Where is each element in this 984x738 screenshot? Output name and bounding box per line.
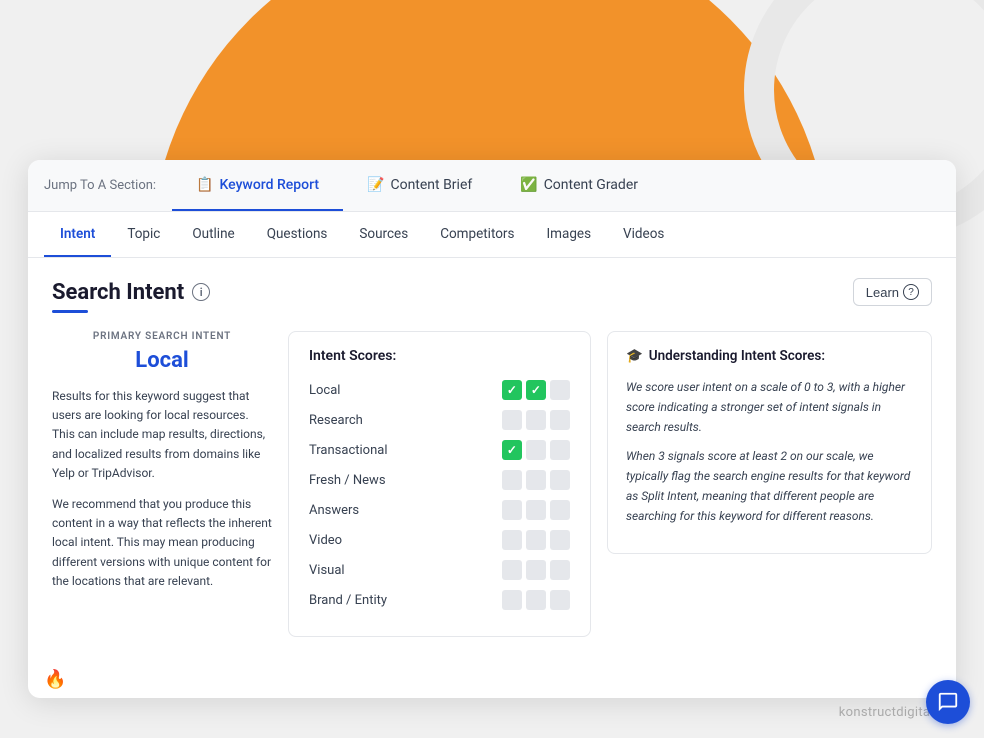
underline-accent (52, 310, 88, 313)
score-label: Local (309, 383, 419, 398)
score-row: Video (309, 530, 570, 550)
tab-images[interactable]: Images (530, 212, 607, 257)
dot-empty (550, 410, 570, 430)
score-dots (502, 530, 570, 550)
dot-empty (526, 500, 546, 520)
score-dots (502, 380, 570, 400)
tab-competitors[interactable]: Competitors (424, 212, 530, 257)
tab-topic[interactable]: Topic (111, 212, 176, 257)
main-card: Jump To A Section: 📋 Keyword Report 📝 Co… (28, 160, 956, 698)
intent-header: Search Intent i Learn ? (52, 278, 932, 306)
score-dots (502, 410, 570, 430)
graduation-icon: 🎓 (626, 348, 643, 364)
intent-description-2: We recommend that you produce this conte… (52, 495, 272, 591)
score-label: Transactional (309, 443, 419, 458)
columns-container: PRIMARY SEARCH INTENT Local Results for … (52, 331, 932, 637)
secondary-tabs: Intent Topic Outline Questions Sources C… (28, 212, 956, 258)
left-column: PRIMARY SEARCH INTENT Local Results for … (52, 331, 272, 603)
tab-outline[interactable]: Outline (176, 212, 250, 257)
dot-empty (526, 530, 546, 550)
understanding-title: 🎓 Understanding Intent Scores: (626, 348, 913, 364)
tab-sources[interactable]: Sources (343, 212, 424, 257)
score-row: Research (309, 410, 570, 430)
dot-empty (550, 530, 570, 550)
score-label: Answers (309, 503, 419, 518)
dot-empty (502, 470, 522, 490)
score-label: Visual (309, 563, 419, 578)
dot-empty (526, 440, 546, 460)
tab-content-brief[interactable]: 📝 Content Brief (343, 160, 496, 211)
primary-intent-label: PRIMARY SEARCH INTENT (52, 331, 272, 342)
dot-empty (502, 530, 522, 550)
learn-circle-icon: ? (903, 284, 919, 300)
dot-empty (526, 560, 546, 580)
dot-empty (550, 500, 570, 520)
dot-filled (502, 440, 522, 460)
keyword-report-icon: 📋 (196, 177, 213, 193)
score-dots (502, 560, 570, 580)
score-row: Local (309, 380, 570, 400)
dot-empty (550, 590, 570, 610)
tab-videos[interactable]: Videos (607, 212, 680, 257)
score-row: Fresh / News (309, 470, 570, 490)
tab-content-grader[interactable]: ✅ Content Grader (496, 160, 662, 211)
dot-empty (550, 440, 570, 460)
jump-to-label: Jump To A Section: (44, 178, 156, 193)
content-brief-icon: 📝 (367, 177, 384, 193)
tab-keyword-report[interactable]: 📋 Keyword Report (172, 160, 343, 211)
scores-title: Intent Scores: (309, 348, 570, 364)
understanding-paragraph-1: We score user intent on a scale of 0 to … (626, 378, 913, 437)
score-dots (502, 470, 570, 490)
intent-scores-panel: Intent Scores: Local Research Transactiona… (288, 331, 591, 637)
intent-description-1: Results for this keyword suggest that us… (52, 387, 272, 483)
score-label: Research (309, 413, 419, 428)
content-grader-icon: ✅ (520, 177, 537, 193)
score-rows: Local Research Transactional Fresh / News An… (309, 380, 570, 610)
dot-empty (550, 560, 570, 580)
understanding-paragraph-2: When 3 signals score at least 2 on our s… (626, 447, 913, 526)
dot-empty (526, 410, 546, 430)
dot-filled (502, 380, 522, 400)
dot-empty (502, 560, 522, 580)
understanding-panel: 🎓 Understanding Intent Scores: We score … (607, 331, 932, 554)
dot-empty (502, 590, 522, 610)
score-label: Video (309, 533, 419, 548)
dot-empty (550, 380, 570, 400)
score-row: Brand / Entity (309, 590, 570, 610)
dot-empty (526, 590, 546, 610)
score-dots (502, 500, 570, 520)
learn-button[interactable]: Learn ? (853, 278, 932, 306)
score-label: Fresh / News (309, 473, 419, 488)
local-intent-value: Local (52, 348, 272, 373)
score-label: Brand / Entity (309, 593, 419, 608)
score-dots (502, 440, 570, 460)
chat-button[interactable] (926, 680, 970, 724)
dot-empty (550, 470, 570, 490)
top-navigation: Jump To A Section: 📋 Keyword Report 📝 Co… (28, 160, 956, 212)
chat-icon (937, 691, 959, 713)
score-row: Visual (309, 560, 570, 580)
intent-title: Search Intent i (52, 280, 210, 305)
info-icon[interactable]: i (192, 283, 210, 301)
tab-questions[interactable]: Questions (251, 212, 344, 257)
dot-empty (502, 410, 522, 430)
content-area: Search Intent i Learn ? PRIMARY SEARCH I… (28, 258, 956, 661)
dot-filled (526, 380, 546, 400)
fire-icon: 🔥 (44, 669, 66, 690)
score-dots (502, 590, 570, 610)
dot-empty (526, 470, 546, 490)
score-row: Transactional (309, 440, 570, 460)
dot-empty (502, 500, 522, 520)
tab-intent[interactable]: Intent (44, 212, 111, 257)
score-row: Answers (309, 500, 570, 520)
